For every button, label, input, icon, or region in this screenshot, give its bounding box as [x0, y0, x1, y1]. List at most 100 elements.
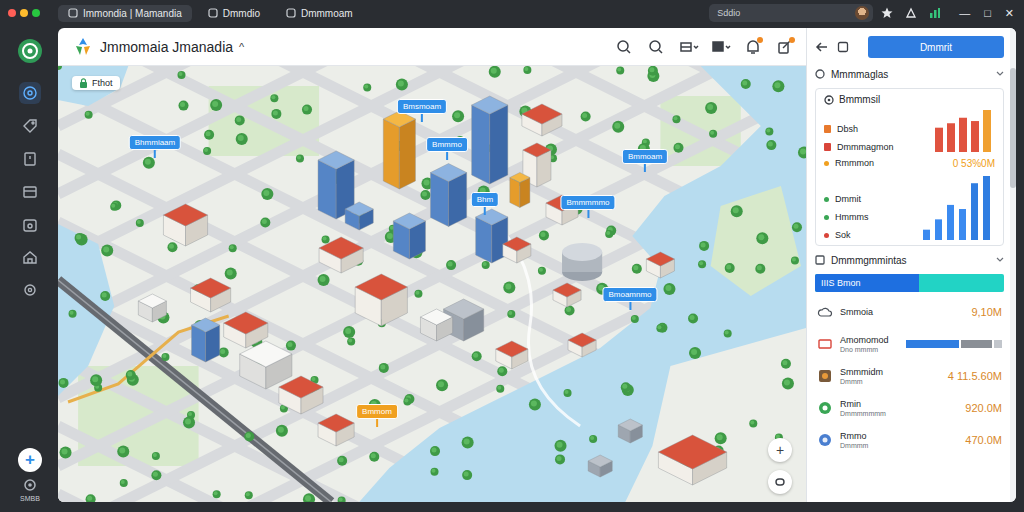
calendar-icon [22, 217, 38, 233]
legend-item: Hmmms [824, 212, 915, 222]
extension-icon[interactable] [905, 7, 917, 19]
bar-chart [933, 108, 995, 152]
browser-tab[interactable]: Dmmmoam [276, 5, 363, 22]
chart-bar [935, 128, 943, 152]
box-icon [817, 336, 833, 352]
app-body: + SMBB Jmmomaia Jmanadia ^ Fthot Bhmmiaa… [0, 26, 1024, 512]
map-pin[interactable]: Bhmmiaam [129, 135, 181, 158]
globe-icon [817, 432, 833, 448]
tool-button[interactable] [710, 39, 732, 55]
chart-bar [923, 230, 930, 240]
metric-row[interactable]: Rmin Dmmmmmmm 920.0M [815, 392, 1004, 424]
sidebar: + SMBB [2, 28, 58, 502]
notification-badge [757, 37, 763, 43]
page-icon [208, 8, 218, 18]
globe-icon [817, 400, 833, 416]
tool-button[interactable] [742, 39, 764, 55]
browser-tab[interactable]: Immondia | Mamandia [58, 5, 192, 22]
map-header: Jmmomaia Jmanadia ^ [58, 28, 806, 66]
scrollbar[interactable] [1010, 28, 1016, 502]
chart-bar [959, 118, 967, 152]
window-button[interactable]: □ [984, 7, 991, 20]
lock-icon [79, 78, 88, 88]
browser-bar: Immondia | Mamandia Dmmdio Dmmmoam Sddio… [0, 0, 1024, 26]
metric-list: Smmoia 9,10M Amomomod Dno mmmm Smmmidm D… [815, 296, 1004, 456]
sidebar-item[interactable] [19, 82, 41, 104]
tag-icon [22, 118, 38, 134]
chart-bar [935, 219, 942, 240]
address-bar[interactable]: Sddio [709, 4, 873, 22]
layers-icon [678, 39, 700, 55]
add-button[interactable]: + [18, 448, 42, 472]
bar-chart [921, 174, 995, 240]
avatar-icon[interactable] [855, 6, 869, 20]
chart-icon[interactable] [929, 7, 941, 19]
sidebar-item[interactable] [19, 280, 41, 302]
map-icon [22, 250, 38, 266]
map-pin[interactable]: Bmoamnmo [602, 287, 657, 310]
window-button[interactable]: — [959, 7, 970, 20]
locate-button[interactable] [768, 470, 792, 494]
chart-bar [947, 205, 954, 240]
sidebar-item[interactable] [19, 148, 41, 170]
sidebar-item[interactable] [19, 247, 41, 269]
cloud-icon [817, 304, 833, 320]
map-pin[interactable]: Bmmom [356, 404, 398, 427]
primary-button[interactable]: Dmmrit [868, 36, 1004, 58]
tool-button[interactable] [646, 39, 668, 55]
map-column: Jmmomaia Jmanadia ^ Fthot Bhmmiaam Bmsmo… [58, 28, 806, 502]
back-arrow-icon[interactable] [815, 41, 829, 53]
chart-bar [971, 183, 978, 240]
browser-tab[interactable]: Dmmdio [198, 5, 270, 22]
view-icon [710, 39, 732, 55]
sidebar-item[interactable] [19, 181, 41, 203]
map-pin[interactable]: Bmmmo [426, 137, 468, 160]
zoom-in-button[interactable]: + [768, 438, 792, 462]
settings-icon[interactable] [23, 478, 37, 492]
chevron-icon [996, 71, 1004, 77]
section-header[interactable]: Mmmmaglas [815, 64, 1004, 84]
card-block: Dmmit Hmmms Sok [824, 174, 995, 240]
close-light-icon[interactable] [8, 9, 16, 17]
star-icon[interactable] [881, 7, 893, 19]
window-button[interactable]: ✕ [1005, 7, 1014, 20]
map-pin[interactable]: Bmsmoam [397, 99, 447, 122]
chart-bar [971, 121, 979, 152]
map-status-chip[interactable]: Fthot [72, 76, 120, 90]
metric-row[interactable]: Smmoia 9,10M [815, 296, 1004, 328]
panel-toolbar: Dmmrit [815, 34, 1004, 60]
map-pin[interactable]: Bmmoam [622, 149, 668, 172]
overview-icon [815, 69, 825, 79]
minimize-light-icon[interactable] [20, 9, 28, 17]
tool-button[interactable] [614, 39, 636, 55]
metrics-icon [815, 255, 825, 265]
target-icon [22, 85, 38, 101]
map-pin[interactable]: Bmmmmmo [560, 195, 615, 218]
map-canvas[interactable]: Fthot Bhmmiaam Bmsmoam Bmmmo Bhm Bmmmmmo… [58, 66, 806, 502]
app-window: Immondia | Mamandia Dmmdio Dmmmoam Sddio… [0, 0, 1024, 512]
metric-row[interactable]: Smmmidm Dmmm 4 11.5.60M [815, 360, 1004, 392]
side-panel: Dmmrit Mmmmaglas Bmmmsil Dbsh Dmmmagmon … [806, 28, 1016, 502]
tool-button[interactable] [774, 39, 796, 55]
tool-button[interactable] [678, 39, 700, 55]
metric-bar [906, 340, 1002, 348]
zoom-icon [646, 39, 668, 55]
card-block: Dbsh Dmmmagmon [824, 108, 995, 152]
browser-tabs: Immondia | Mamandia Dmmdio Dmmmoam [58, 5, 363, 22]
brand-logo-icon[interactable] [72, 36, 94, 58]
metric-row[interactable]: Rmmo Dmmmm 470.0M [815, 424, 1004, 456]
legend-item: Dmmit [824, 194, 915, 204]
app-logo-icon[interactable] [17, 38, 43, 68]
page-icon [286, 8, 296, 18]
legend-item: Sok [824, 230, 915, 240]
summary-card: Bmmmsil Dbsh Dmmmagmon Rmmmon 0 53%0M Dm… [815, 88, 1004, 246]
sidebar-item[interactable] [19, 115, 41, 137]
zoom-light-icon[interactable] [32, 9, 40, 17]
sidebar-item[interactable] [19, 214, 41, 236]
workspace: Jmmomaia Jmanadia ^ Fthot Bhmmiaam Bmsmo… [58, 28, 1016, 502]
panel-toggle-icon[interactable] [837, 41, 849, 53]
section-header[interactable]: Dmmmgmmintas [815, 250, 1004, 270]
card-title: Bmmmsil [824, 94, 995, 105]
map-pin[interactable]: Bhm [471, 192, 499, 215]
metric-row[interactable]: Amomomod Dno mmmm [815, 328, 1004, 360]
